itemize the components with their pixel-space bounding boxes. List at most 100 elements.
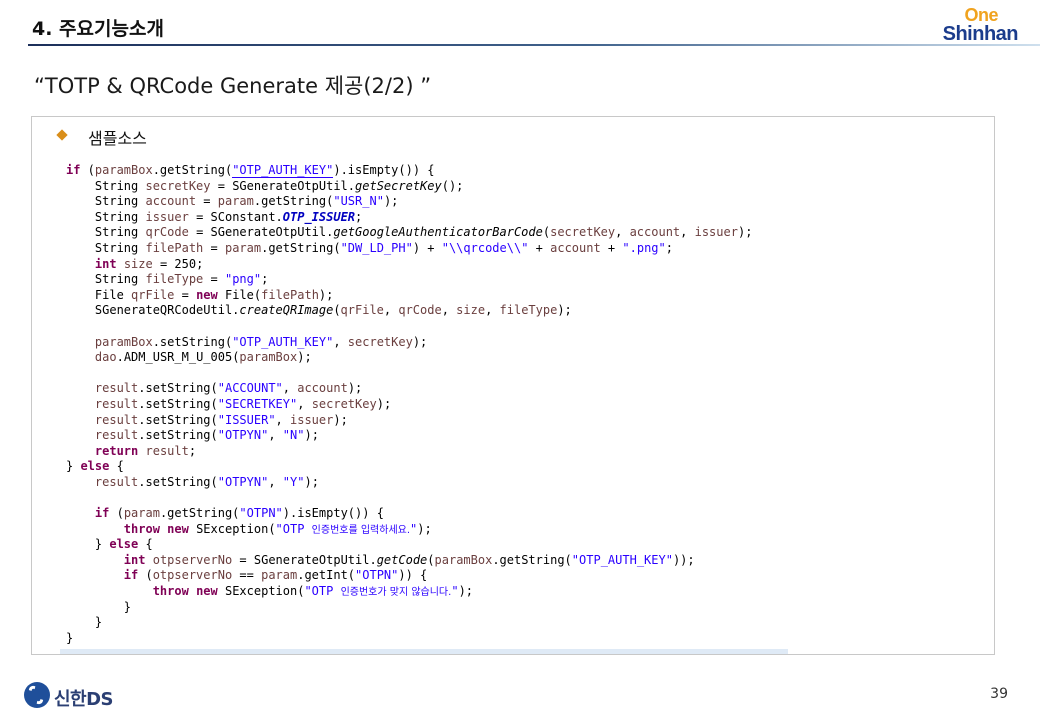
brand-logo-one: One: [964, 5, 998, 25]
code-line: result.setString("ISSUER", issuer);: [66, 413, 806, 429]
code-token: ,: [282, 381, 298, 396]
code-token: int: [123, 552, 146, 567]
code-line: if (param.getString("OTPN").isEmpty()) {: [66, 506, 806, 522]
code-token: "ACCOUNT": [217, 381, 283, 396]
code-token: account: [297, 381, 348, 396]
code-token: "OTPN": [355, 568, 399, 583]
code-token: = SGenerateOtpUtil.: [188, 225, 334, 240]
code-token: "OTP_AUTH_KEY": [232, 163, 334, 178]
code-token: filePath: [261, 287, 319, 302]
code-token: new: [167, 521, 189, 536]
code-token: "png": [224, 272, 262, 287]
code-scrollbar: [60, 649, 788, 654]
code-token: (: [333, 303, 341, 318]
code-token: int: [94, 256, 117, 271]
code-token: );: [458, 584, 474, 599]
code-token: ,: [275, 412, 290, 427]
code-token: fileType: [499, 303, 558, 318]
code-token: .setString(: [138, 381, 218, 396]
code-token: .setString(: [138, 428, 218, 443]
code-token: (: [138, 568, 153, 583]
code-token: +: [528, 240, 551, 255]
code-token: File: [66, 287, 132, 302]
code-token: 인증번호가 맞지 않습니다.: [340, 587, 452, 599]
code-token: issuer: [290, 412, 334, 427]
code-token: = SGenerateOtpUtil.: [232, 552, 377, 567]
code-line: File qrFile = new File(filePath);: [66, 288, 806, 304]
code-token: =: [203, 240, 225, 255]
slide-subtitle: “TOTP & QRCode Generate 제공(2/2) ”: [34, 74, 432, 98]
code-token: );: [737, 225, 753, 240]
code-token: "Y": [282, 474, 305, 489]
code-line: } else {: [66, 537, 806, 553]
header-divider: [28, 44, 1040, 46]
code-token: result: [94, 474, 139, 489]
code-token: SException(: [217, 584, 305, 599]
code-token: else: [80, 459, 110, 474]
code-token: );: [304, 474, 319, 489]
code-line: if (paramBox.getString("OTP_AUTH_KEY").i…: [66, 163, 806, 179]
code-token: throw: [123, 521, 160, 536]
code-token: "N": [282, 428, 305, 443]
code-line: result.setString("ACCOUNT", account);: [66, 381, 806, 397]
code-token: = 250;: [152, 256, 204, 271]
code-token: ,: [297, 396, 312, 411]
code-token: .getString(: [152, 163, 233, 177]
code-token: }: [66, 599, 132, 614]
code-token: ,: [383, 303, 399, 318]
code-token: .setString(: [152, 334, 233, 349]
code-token: SException(: [188, 521, 276, 536]
footer-logo-text: 신한DS: [54, 689, 114, 710]
code-token: "DW_LD_PH": [340, 240, 413, 255]
code-token: secretKey: [145, 178, 211, 193]
code-token: param: [224, 240, 262, 255]
code-token: ) +: [412, 240, 442, 255]
code-token: if: [123, 568, 139, 583]
code-token: ,: [268, 474, 283, 489]
code-token: ".png": [622, 240, 666, 255]
code-token: .setString(: [138, 474, 218, 489]
code-token: "USR_N": [333, 194, 384, 209]
code-token: );: [304, 428, 319, 443]
code-token: ;: [261, 272, 269, 287]
code-token: "OTPN": [239, 506, 283, 521]
code-token: qrFile: [340, 303, 384, 318]
code-token: String: [66, 272, 146, 287]
code-line: String account = param.getString("USR_N"…: [66, 194, 806, 210]
code-token: {: [109, 459, 124, 474]
code-line: } else {: [66, 459, 806, 475]
code-token: ));: [672, 552, 695, 567]
code-token: =: [196, 194, 218, 209]
code-token: issuer: [145, 209, 189, 224]
code-token: otpserverNo: [152, 568, 233, 583]
code-token: result: [94, 428, 139, 443]
code-token: ;: [665, 240, 673, 255]
code-token: new: [196, 287, 218, 302]
code-token: .getInt(: [297, 568, 356, 583]
code-token: =: [174, 287, 197, 302]
code-line: String filePath = param.getString("DW_LD…: [66, 241, 806, 257]
page-title: 4. 주요기능소개: [32, 18, 164, 40]
code-token: ,: [333, 334, 348, 349]
code-token: ,: [680, 225, 695, 240]
code-token: "\\qrcode\\": [441, 240, 529, 255]
code-token: getSecretKey: [355, 178, 442, 193]
code-token: .getString(: [253, 194, 334, 209]
code-token: getGoogleAuthenticatorBarCode: [333, 225, 543, 240]
code-token: );: [557, 303, 572, 318]
code-token: if: [66, 163, 81, 177]
code-token: );: [318, 287, 334, 302]
code-token: (: [427, 552, 435, 567]
code-token: ,: [441, 303, 457, 318]
code-token: secretKey: [311, 396, 377, 411]
footer-logo: 신한DS: [24, 682, 144, 710]
code-token: paramBox: [94, 163, 153, 177]
